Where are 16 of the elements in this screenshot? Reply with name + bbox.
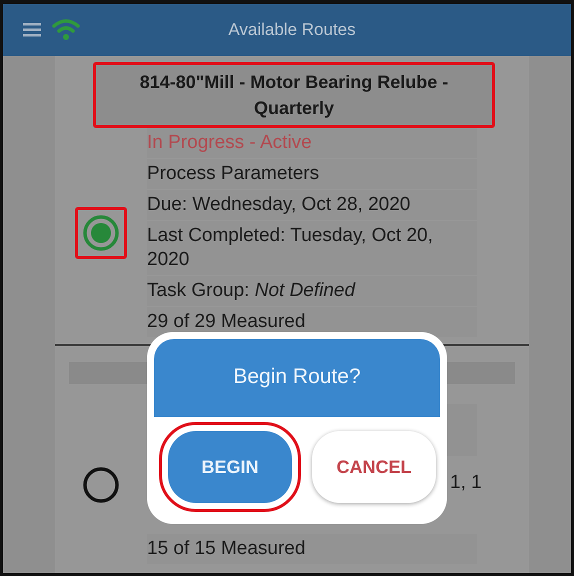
route-detail: 1, 1 [450,471,483,495]
route-detail: Process Parameters [147,159,477,189]
cancel-button[interactable]: CANCEL [312,431,436,503]
route-status: In Progress - Active [147,128,477,158]
route-title: 814-80"Mill - Motor Bearing Relube - Quarterly [93,62,495,128]
menu-icon[interactable] [23,23,41,37]
radio-button[interactable] [82,214,120,252]
route-detail: Due: Wednesday, Oct 28, 2020 [147,190,477,220]
route-detail: Task Group: Not Defined [147,276,477,306]
begin-button[interactable]: BEGIN [168,431,292,503]
dialog-title: Begin Route? [154,339,440,417]
route-detail: 15 of 15 Measured [147,534,477,564]
route-detail: Last Completed: Tuesday, Oct 20, 2020 [147,221,477,275]
wifi-icon [51,17,81,43]
header-title: Available Routes [227,20,357,40]
radio-button[interactable] [82,466,120,504]
